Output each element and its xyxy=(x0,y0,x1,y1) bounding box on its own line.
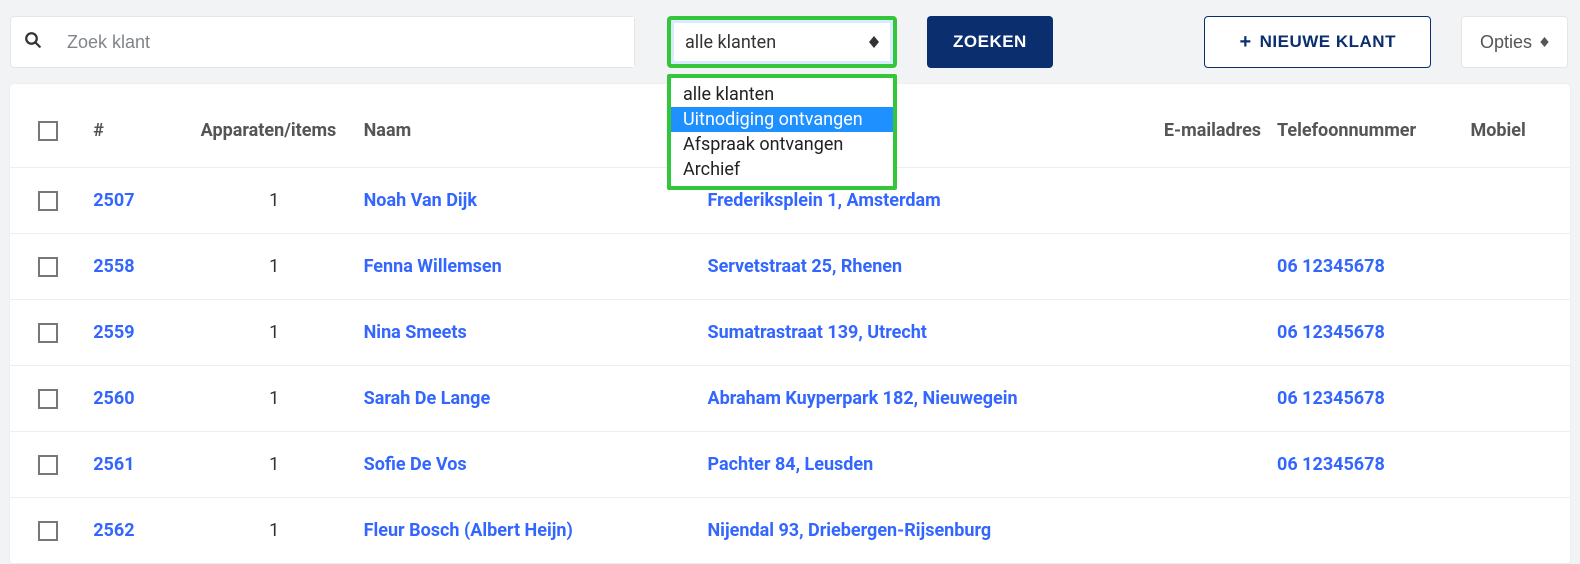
toolbar: alle klanten alle klantenUitnodiging ont… xyxy=(0,0,1580,84)
col-check xyxy=(10,84,85,168)
filter-dropdown: alle klantenUitnodiging ontvangenAfspraa… xyxy=(667,74,897,190)
row-address-link[interactable]: Nijendal 93, Driebergen-Rijsenburg xyxy=(707,520,991,541)
row-id-link[interactable]: 2560 xyxy=(93,388,134,409)
row-checkbox[interactable] xyxy=(38,389,58,409)
row-checkbox[interactable] xyxy=(38,455,58,475)
row-id-link[interactable]: 2561 xyxy=(93,454,134,475)
row-id-link[interactable]: 2558 xyxy=(93,256,134,277)
row-phone-link[interactable]: 06 12345678 xyxy=(1277,322,1385,343)
row-devices: 1 xyxy=(269,388,279,409)
row-name-link[interactable]: Nina Smeets xyxy=(364,322,467,343)
row-checkbox[interactable] xyxy=(38,323,58,343)
plus-icon: + xyxy=(1239,31,1251,54)
filter-option[interactable]: Afspraak ontvangen xyxy=(671,132,893,157)
row-name-link[interactable]: Sofie De Vos xyxy=(364,454,467,475)
row-name-link[interactable]: Fleur Bosch (Albert Heijn) xyxy=(364,520,573,541)
filter-select[interactable]: alle klanten xyxy=(667,16,897,68)
filter-option[interactable]: Uitnodiging ontvangen xyxy=(671,107,893,132)
row-devices: 1 xyxy=(269,190,279,211)
col-phone[interactable]: Telefoonnummer xyxy=(1269,84,1462,168)
search-button[interactable]: ZOEKEN xyxy=(927,16,1053,68)
row-devices: 1 xyxy=(269,454,279,475)
row-name-link[interactable]: Sarah De Lange xyxy=(364,388,491,409)
row-devices: 1 xyxy=(269,520,279,541)
filter-selected-label: alle klanten xyxy=(685,32,776,53)
filter-option[interactable]: alle klanten xyxy=(671,82,893,107)
search-icon xyxy=(21,31,45,54)
row-name-link[interactable]: Fenna Willemsen xyxy=(364,256,502,277)
row-devices: 1 xyxy=(269,322,279,343)
col-name[interactable]: Naam xyxy=(356,84,700,168)
select-all-checkbox[interactable] xyxy=(38,121,58,141)
filter-region: alle klanten alle klantenUitnodiging ont… xyxy=(667,16,897,68)
new-customer-button[interactable]: + NIEUWE KLANT xyxy=(1204,16,1431,68)
new-customer-label: NIEUWE KLANT xyxy=(1260,32,1396,52)
options-label: Opties xyxy=(1480,32,1532,53)
sort-caret-icon xyxy=(1540,37,1549,47)
row-address-link[interactable]: Servetstraat 25, Rhenen xyxy=(707,256,902,277)
row-checkbox[interactable] xyxy=(38,191,58,211)
row-address-link[interactable]: Sumatrastraat 139, Utrecht xyxy=(707,322,926,343)
table-row: 2562 1 Fleur Bosch (Albert Heijn) Nijendal … xyxy=(10,498,1570,564)
row-phone-link[interactable]: 06 12345678 xyxy=(1277,256,1385,277)
options-button[interactable]: Opties xyxy=(1461,16,1568,68)
table-row: 2561 1 Sofie De Vos Pachter 84, Leusden 06 1… xyxy=(10,432,1570,498)
col-mobile[interactable]: Mobiel xyxy=(1462,84,1570,168)
row-name-link[interactable]: Noah Van Dijk xyxy=(364,190,477,211)
table-row: 2560 1 Sarah De Lange Abraham Kuyperpark 18… xyxy=(10,366,1570,432)
row-devices: 1 xyxy=(269,256,279,277)
row-address-link[interactable]: Pachter 84, Leusden xyxy=(707,454,873,475)
row-address-link[interactable]: Frederiksplein 1, Amsterdam xyxy=(707,190,940,211)
col-email[interactable]: E-mailadres xyxy=(1129,84,1269,168)
search-input[interactable] xyxy=(45,17,634,67)
row-checkbox[interactable] xyxy=(38,521,58,541)
row-address-link[interactable]: Abraham Kuyperpark 182, Nieuwegein xyxy=(707,388,1017,409)
row-phone-link[interactable]: 06 12345678 xyxy=(1277,454,1385,475)
sort-caret-icon xyxy=(869,36,879,48)
row-id-link[interactable]: 2507 xyxy=(93,190,134,211)
col-devices[interactable]: Apparaten/items xyxy=(193,84,356,168)
table-row: 2558 1 Fenna Willemsen Servetstraat 25, Rhe… xyxy=(10,234,1570,300)
row-checkbox[interactable] xyxy=(38,257,58,277)
search-field-wrap xyxy=(10,16,635,68)
row-id-link[interactable]: 2562 xyxy=(93,520,134,541)
row-phone-link[interactable]: 06 12345678 xyxy=(1277,388,1385,409)
table-row: 2559 1 Nina Smeets Sumatrastraat 139, Utrec… xyxy=(10,300,1570,366)
filter-option[interactable]: Archief xyxy=(671,157,893,182)
row-id-link[interactable]: 2559 xyxy=(93,322,134,343)
col-id[interactable]: # xyxy=(85,84,192,168)
